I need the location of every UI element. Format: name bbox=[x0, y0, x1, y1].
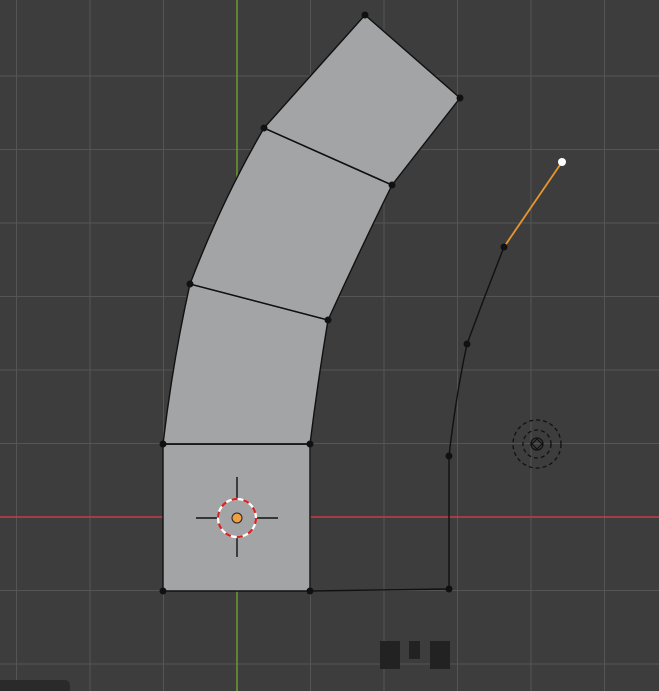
object-origin-icon[interactable] bbox=[231, 512, 243, 524]
vertex[interactable] bbox=[445, 585, 453, 593]
vertex[interactable] bbox=[463, 340, 471, 348]
active-edge[interactable] bbox=[503, 161, 563, 248]
edge-wire-open[interactable] bbox=[309, 246, 505, 592]
region-toggle-tab[interactable] bbox=[0, 680, 70, 691]
vertex[interactable] bbox=[388, 181, 396, 189]
navigation-blocks-icon[interactable] bbox=[380, 641, 450, 669]
3d-viewport[interactable] bbox=[0, 0, 659, 691]
vertex[interactable] bbox=[456, 94, 464, 102]
vertex[interactable] bbox=[159, 587, 167, 595]
vertex[interactable] bbox=[324, 316, 332, 324]
vertex[interactable] bbox=[260, 124, 268, 132]
vertex[interactable] bbox=[445, 452, 453, 460]
mesh-faces[interactable] bbox=[162, 14, 461, 592]
vertex[interactable] bbox=[306, 440, 314, 448]
vertex[interactable] bbox=[361, 11, 369, 19]
vertex[interactable] bbox=[306, 587, 314, 595]
vertex[interactable] bbox=[500, 243, 508, 251]
viewport-canvas[interactable] bbox=[0, 0, 659, 691]
active-vertex[interactable] bbox=[558, 158, 566, 166]
vertex[interactable] bbox=[159, 440, 167, 448]
vertex[interactable] bbox=[186, 280, 194, 288]
